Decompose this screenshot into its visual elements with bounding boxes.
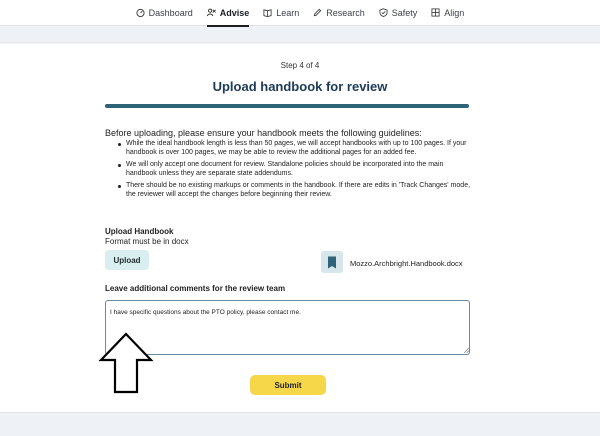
upload-heading: Upload Handbook (105, 227, 174, 236)
nav-item-advise[interactable]: Advise (206, 0, 250, 27)
submit-button[interactable]: Submit (250, 375, 326, 395)
nav-item-research[interactable]: Research (313, 0, 365, 26)
top-navigation: Dashboard Advise Learn Research Safety A… (0, 0, 600, 27)
book-icon (263, 9, 272, 17)
guidelines-list: While the ideal handbook length is less … (118, 140, 476, 203)
header-band (0, 27, 600, 43)
guideline-item: There should be no existing markups or c… (118, 182, 476, 199)
nav-item-learn[interactable]: Learn (263, 0, 299, 26)
nav-label-advise: Advise (219, 7, 250, 18)
resize-grip-icon[interactable] (463, 347, 469, 353)
progress-bar-fill (105, 104, 469, 108)
shield-check-icon (379, 8, 388, 17)
nav-item-dashboard[interactable]: Dashboard (136, 0, 193, 26)
page-title: Upload handbook for review (212, 79, 388, 94)
upload-format-note: Format must be in docx (105, 237, 189, 246)
guideline-item: We will only accept one document for rev… (118, 161, 476, 178)
nav-item-safety[interactable]: Safety (379, 0, 418, 26)
pen-icon (314, 8, 322, 17)
nav-label-safety: Safety (391, 7, 418, 18)
guidelines-intro: Before uploading, please ensure your han… (105, 128, 422, 138)
upload-button[interactable]: Upload (105, 250, 149, 270)
nav-item-align[interactable]: Align (431, 0, 464, 26)
step-indicator: Step 4 of 4 (280, 61, 320, 70)
progress-bar (105, 104, 469, 108)
footer-band (0, 412, 600, 436)
uploaded-file-chip (321, 251, 343, 273)
grid-icon (431, 8, 440, 17)
document-icon (328, 256, 336, 268)
comments-label: Leave additional comments for the review… (105, 284, 286, 293)
nav-label-dashboard: Dashboard (148, 7, 193, 18)
uploaded-file-name: Mozzo.Archbright.Handbook.docx (350, 259, 463, 268)
nav-label-learn: Learn (276, 7, 300, 18)
guideline-item: While the ideal handbook length is less … (118, 140, 476, 157)
nav-label-align: Align (444, 7, 465, 18)
comments-textarea[interactable]: I have specific questions about the PTO … (105, 300, 470, 355)
dashboard-icon (136, 8, 145, 17)
nav-label-research: Research (326, 7, 365, 18)
advise-icon (206, 8, 216, 17)
main-content: Step 4 of 4 Upload handbook for review B… (0, 44, 600, 412)
up-arrow-annotation-icon (98, 332, 154, 394)
